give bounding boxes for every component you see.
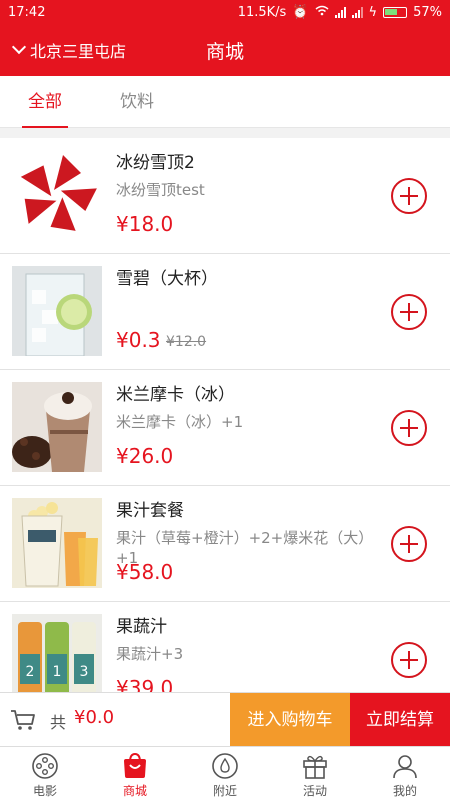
battery-percent: 57%: [413, 4, 442, 20]
add-to-cart-button[interactable]: [391, 410, 427, 446]
product-item[interactable]: 果汁套餐 果汁（草莓+橙汁）+2+爆米花（大）+1 ¥58.0: [0, 486, 450, 602]
bottom-nav: 电影 商城 附近 活动 我的: [0, 746, 450, 800]
status-time: 17:42: [8, 4, 46, 20]
nav-item-mall[interactable]: 商城: [90, 747, 180, 800]
divider: [0, 128, 450, 138]
product-price: ¥18.0: [116, 212, 174, 236]
product-name: 果汁套餐: [116, 501, 184, 521]
shopping-cart-icon[interactable]: [10, 709, 36, 735]
go-to-cart-button[interactable]: 进入购物车: [230, 693, 350, 747]
svg-text:3: 3: [80, 664, 89, 680]
total-amount: ¥0.0: [74, 707, 115, 728]
shopping-bag-icon: [121, 752, 149, 782]
category-tabs: 全部 饮料: [0, 76, 450, 128]
product-name: 雪碧（大杯）: [116, 269, 218, 289]
film-reel-icon: [31, 752, 59, 782]
signal-icon: [334, 6, 346, 18]
product-desc: 果蔬汁+3: [116, 645, 184, 663]
tab-drinks[interactable]: 饮料: [120, 76, 154, 128]
nav-label: 附近: [212, 784, 237, 798]
product-image: [12, 498, 102, 588]
nav-label: 活动: [302, 784, 327, 798]
product-original-price: ¥12.0: [166, 334, 207, 350]
product-price: ¥58.0: [116, 560, 174, 584]
product-desc: 米兰摩卡（冰）+1: [116, 413, 244, 431]
store-selector[interactable]: 北京三里屯店: [0, 38, 126, 62]
charging-icon: ϟ: [368, 4, 378, 20]
wifi-icon: [315, 5, 329, 20]
product-name: 果蔬汁: [116, 617, 167, 637]
app-header: 北京三里屯店 商城: [0, 24, 450, 76]
store-name: 北京三里屯店: [30, 42, 127, 61]
network-speed: 11.5K/s: [237, 4, 287, 20]
location-pin-icon: [211, 752, 239, 782]
product-price: ¥0.3: [116, 328, 161, 352]
product-image: [12, 266, 102, 356]
status-bar: 17:42 11.5K/s ⏰ ϟ 57%: [0, 0, 450, 24]
add-to-cart-button[interactable]: [391, 642, 427, 678]
product-image: [12, 150, 102, 240]
tab-all[interactable]: 全部: [22, 76, 68, 128]
product-price: ¥26.0: [116, 444, 174, 468]
product-item[interactable]: 2 1 3 果蔬汁 果蔬汁+3 ¥39.0: [0, 602, 450, 692]
add-to-cart-button[interactable]: [391, 526, 427, 562]
product-name: 米兰摩卡（冰）: [116, 385, 235, 405]
gift-icon: [301, 752, 329, 782]
nav-item-events[interactable]: 活动: [270, 747, 360, 800]
signal-icon-2: [351, 6, 363, 18]
checkout-button[interactable]: 立即结算: [350, 693, 450, 747]
product-image: [12, 382, 102, 472]
product-desc: 冰纷雪顶test: [116, 181, 205, 199]
nav-item-me[interactable]: 我的: [360, 747, 450, 800]
product-item[interactable]: 雪碧（大杯） ¥0.3 ¥12.0: [0, 254, 450, 370]
product-list[interactable]: 冰纷雪顶2 冰纷雪顶test ¥18.0 雪碧（大杯） ¥0.3 ¥12.0 米…: [0, 138, 450, 692]
add-to-cart-button[interactable]: [391, 294, 427, 330]
chevron-down-icon: [11, 39, 27, 55]
user-icon: [391, 752, 419, 782]
product-name: 冰纷雪顶2: [116, 153, 195, 173]
alarm-icon: ⏰: [292, 4, 309, 20]
product-item[interactable]: 米兰摩卡（冰） 米兰摩卡（冰）+1 ¥26.0: [0, 370, 450, 486]
nav-label: 商城: [122, 784, 147, 798]
nav-label: 我的: [392, 784, 417, 798]
battery-icon: [383, 6, 408, 18]
nav-label: 电影: [32, 784, 57, 798]
product-price: ¥39.0: [116, 676, 174, 692]
nav-item-movies[interactable]: 电影: [0, 747, 90, 800]
nav-item-nearby[interactable]: 附近: [180, 747, 270, 800]
product-item[interactable]: 冰纷雪顶2 冰纷雪顶test ¥18.0: [0, 138, 450, 254]
product-image: 2 1 3: [12, 614, 102, 692]
total-label: 共: [50, 713, 67, 732]
add-to-cart-button[interactable]: [391, 178, 427, 214]
svg-text:1: 1: [53, 664, 62, 680]
cart-bar: 共 ¥0.0 进入购物车 立即结算: [0, 692, 450, 747]
svg-text:2: 2: [26, 664, 35, 680]
